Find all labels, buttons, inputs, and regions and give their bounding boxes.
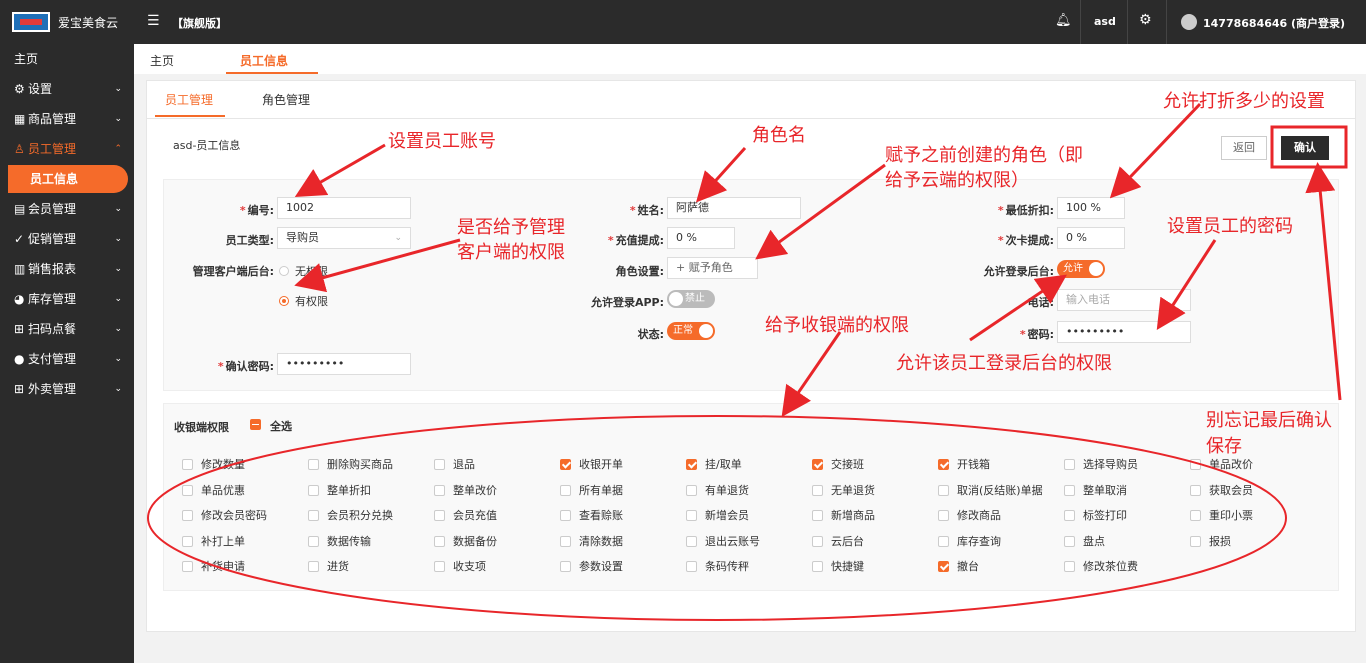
- annotation-text: 别忘记最后确认: [1206, 410, 1332, 431]
- annotation-ellipse: [147, 415, 1287, 621]
- annotation-arrow: [1156, 239, 1217, 331]
- annotation-arrow: [294, 143, 386, 197]
- annotation-text: 赋予之前创建的角色（即: [885, 145, 1083, 166]
- annotation-arrow: [294, 238, 461, 293]
- annotation-text: 给予收银端的权限: [765, 315, 909, 336]
- annotation-text: 角色名: [752, 125, 806, 146]
- annotation-text: 设置员工账号: [388, 131, 496, 152]
- annotation-overlay: [147, 102, 1348, 621]
- annotation-arrow: [1305, 162, 1342, 401]
- annotation-text: 是否给予管理: [457, 217, 565, 238]
- annotation-arrow: [755, 163, 886, 260]
- annotation-text: 给予云端的权限）: [885, 170, 1029, 191]
- annotation-arrow: [1109, 102, 1202, 199]
- annotation-text: 保存: [1206, 436, 1242, 457]
- annotation-text: 允许该员工登录后台的权限: [896, 353, 1112, 374]
- annotation-arrow: [969, 274, 1067, 342]
- annotation-text: 客户端的权限: [457, 242, 565, 263]
- annotation-arrow: [695, 146, 747, 203]
- annotation-text: 设置员工的密码: [1167, 216, 1293, 237]
- annotation-arrow: [781, 331, 842, 417]
- annotation-box: [1270, 125, 1348, 169]
- annotation-text: 允许打折多少的设置: [1163, 91, 1325, 112]
